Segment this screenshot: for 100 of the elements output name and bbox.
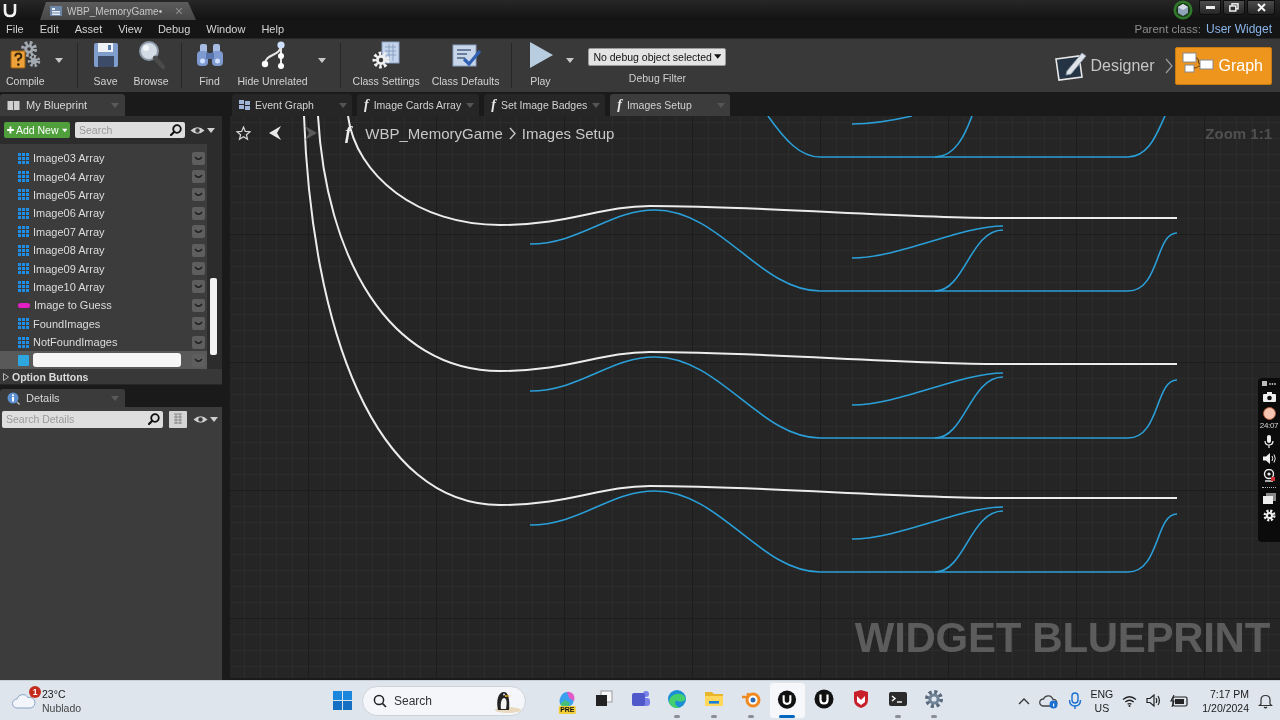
chevron-up-icon[interactable] (1017, 696, 1030, 705)
debug-filter-label: Debug Filter (628, 71, 686, 84)
camera-icon[interactable] (1262, 392, 1276, 402)
search-icon[interactable] (170, 124, 182, 136)
save-button[interactable]: Save (85, 39, 126, 92)
speaker-icon[interactable] (1146, 694, 1162, 707)
find-button[interactable]: Find (189, 39, 230, 92)
parent-class-link[interactable]: User Widget (1205, 22, 1272, 36)
variable-item[interactable]: Image04 Array (0, 167, 207, 186)
eye-icon (193, 414, 208, 424)
variable-item[interactable]: Image08 Array (0, 240, 207, 260)
microphone-icon[interactable] (1264, 435, 1274, 448)
graph-tab[interactable]: f Images Setup (610, 94, 731, 116)
taskbar-app-button[interactable] (769, 682, 806, 719)
settings-icon[interactable] (1262, 509, 1276, 522)
play-button[interactable]: Play (520, 39, 561, 92)
caret-icon[interactable] (317, 58, 326, 63)
clock-button[interactable]: 7:17 PM 1/20/2024 (1202, 686, 1249, 715)
menu-item[interactable]: Window (206, 23, 246, 35)
maximize-button[interactable] (1223, 0, 1245, 15)
expand-arrow-icon[interactable] (3, 372, 9, 381)
variable-item[interactable]: Image07 Array (0, 222, 207, 241)
menu-item[interactable]: Edit (39, 23, 59, 35)
engine-logo-icon[interactable] (3, 2, 17, 18)
designer-mode-button[interactable]: Designer (1047, 46, 1163, 85)
panel-tab[interactable]: My Blueprint (0, 94, 125, 116)
forward-arrow-icon[interactable] (304, 125, 318, 141)
weather-condition-label: Nublado (42, 701, 82, 714)
breadcrumb-current: Images Setup (521, 124, 615, 142)
closed-eye-icon[interactable] (192, 170, 205, 184)
view-options-button[interactable] (193, 414, 218, 424)
panel-tab[interactable]: Details (0, 389, 125, 407)
menu-item[interactable]: File (6, 23, 24, 35)
notification-badge: 1 (29, 685, 41, 698)
graph-tab[interactable]: f Image Cards Array (357, 94, 480, 116)
hide-unrelated-button[interactable]: Hide Unrelated (233, 39, 312, 92)
speaker-icon[interactable] (1262, 453, 1276, 464)
variable-item[interactable]: Image05 Array (0, 185, 207, 205)
star-icon[interactable] (236, 125, 251, 141)
variable-item[interactable] (0, 351, 207, 370)
variable-item[interactable]: FoundImages (0, 314, 207, 333)
class-settings-button[interactable]: Class Settings (348, 39, 424, 92)
debug-object-dropdown[interactable]: No debug object selected (588, 47, 727, 66)
browse-button[interactable]: Browse (129, 39, 173, 92)
breadcrumb-link[interactable]: WBP_MemoryGame (365, 124, 503, 142)
closed-eye-icon[interactable] (192, 206, 205, 220)
closed-eye-icon[interactable] (192, 262, 205, 276)
more-icon[interactable] (1262, 381, 1276, 387)
task-view-icon (594, 689, 615, 709)
variable-item[interactable]: Image06 Array (0, 204, 207, 223)
view-options-button[interactable] (190, 125, 215, 135)
closed-eye-icon[interactable] (192, 243, 205, 257)
caret-icon[interactable] (207, 127, 215, 133)
cube-icon[interactable] (1172, 0, 1194, 20)
search-icon[interactable] (148, 412, 160, 425)
menu-item[interactable]: Debug (157, 23, 191, 35)
closed-eye-icon[interactable] (192, 151, 205, 165)
caret-icon[interactable] (54, 58, 63, 63)
scrollbar-thumb[interactable] (210, 278, 217, 355)
back-arrow-icon[interactable] (268, 125, 282, 141)
caret-icon[interactable] (566, 58, 575, 63)
closed-eye-icon[interactable] (192, 298, 205, 312)
cloud-icon[interactable] (1038, 692, 1059, 709)
search-field[interactable]: Search (362, 685, 526, 716)
name-input-field[interactable] (33, 353, 181, 368)
windows-icon[interactable] (1262, 493, 1276, 504)
bell-icon[interactable] (1258, 692, 1273, 709)
webcam-icon[interactable] (1263, 469, 1275, 482)
graph-tab[interactable]: f Set Image Badges (484, 94, 606, 116)
menu-item[interactable]: View (118, 23, 142, 35)
search-field[interactable]: Search Details (2, 410, 163, 428)
compile-button[interactable]: Compile (2, 39, 49, 92)
closed-eye-icon[interactable] (192, 225, 205, 239)
menu-item[interactable]: Asset (74, 23, 103, 35)
document-tab[interactable]: WBP_MemoryGame• (40, 2, 196, 20)
minimize-button[interactable] (1199, 0, 1221, 15)
wifi-icon[interactable] (1122, 694, 1138, 707)
closed-eye-icon[interactable] (192, 317, 205, 331)
variable-item[interactable]: Image10 Array (0, 277, 207, 297)
closed-eye-icon[interactable] (192, 188, 205, 202)
search-field[interactable]: Search (75, 122, 185, 138)
language-button[interactable]: ENG US (1090, 686, 1114, 715)
menu-item[interactable]: Help (261, 23, 285, 35)
grid-icon[interactable] (169, 410, 187, 428)
variable-item[interactable]: Image03 Array (0, 149, 207, 168)
variable-item[interactable]: Image09 Array (0, 259, 207, 278)
variable-item[interactable]: Image to Guess (0, 296, 207, 315)
record-icon[interactable] (1262, 407, 1276, 420)
caret-icon[interactable] (713, 54, 722, 59)
closed-eye-icon[interactable] (192, 280, 205, 294)
category-header[interactable]: Option Buttons (0, 369, 222, 385)
restore-icon (1229, 3, 1239, 12)
caret-icon[interactable] (210, 416, 218, 422)
graph-tab[interactable]: Event Graph (232, 94, 352, 116)
class-defaults-button[interactable]: Class Defaults (427, 39, 504, 92)
close-button[interactable] (1247, 0, 1275, 15)
variable-item[interactable]: NotFoundImages (0, 332, 207, 352)
battery-icon[interactable] (1170, 694, 1190, 707)
closed-eye-icon[interactable] (192, 335, 205, 349)
tablet-pencil-icon (1053, 50, 1087, 81)
